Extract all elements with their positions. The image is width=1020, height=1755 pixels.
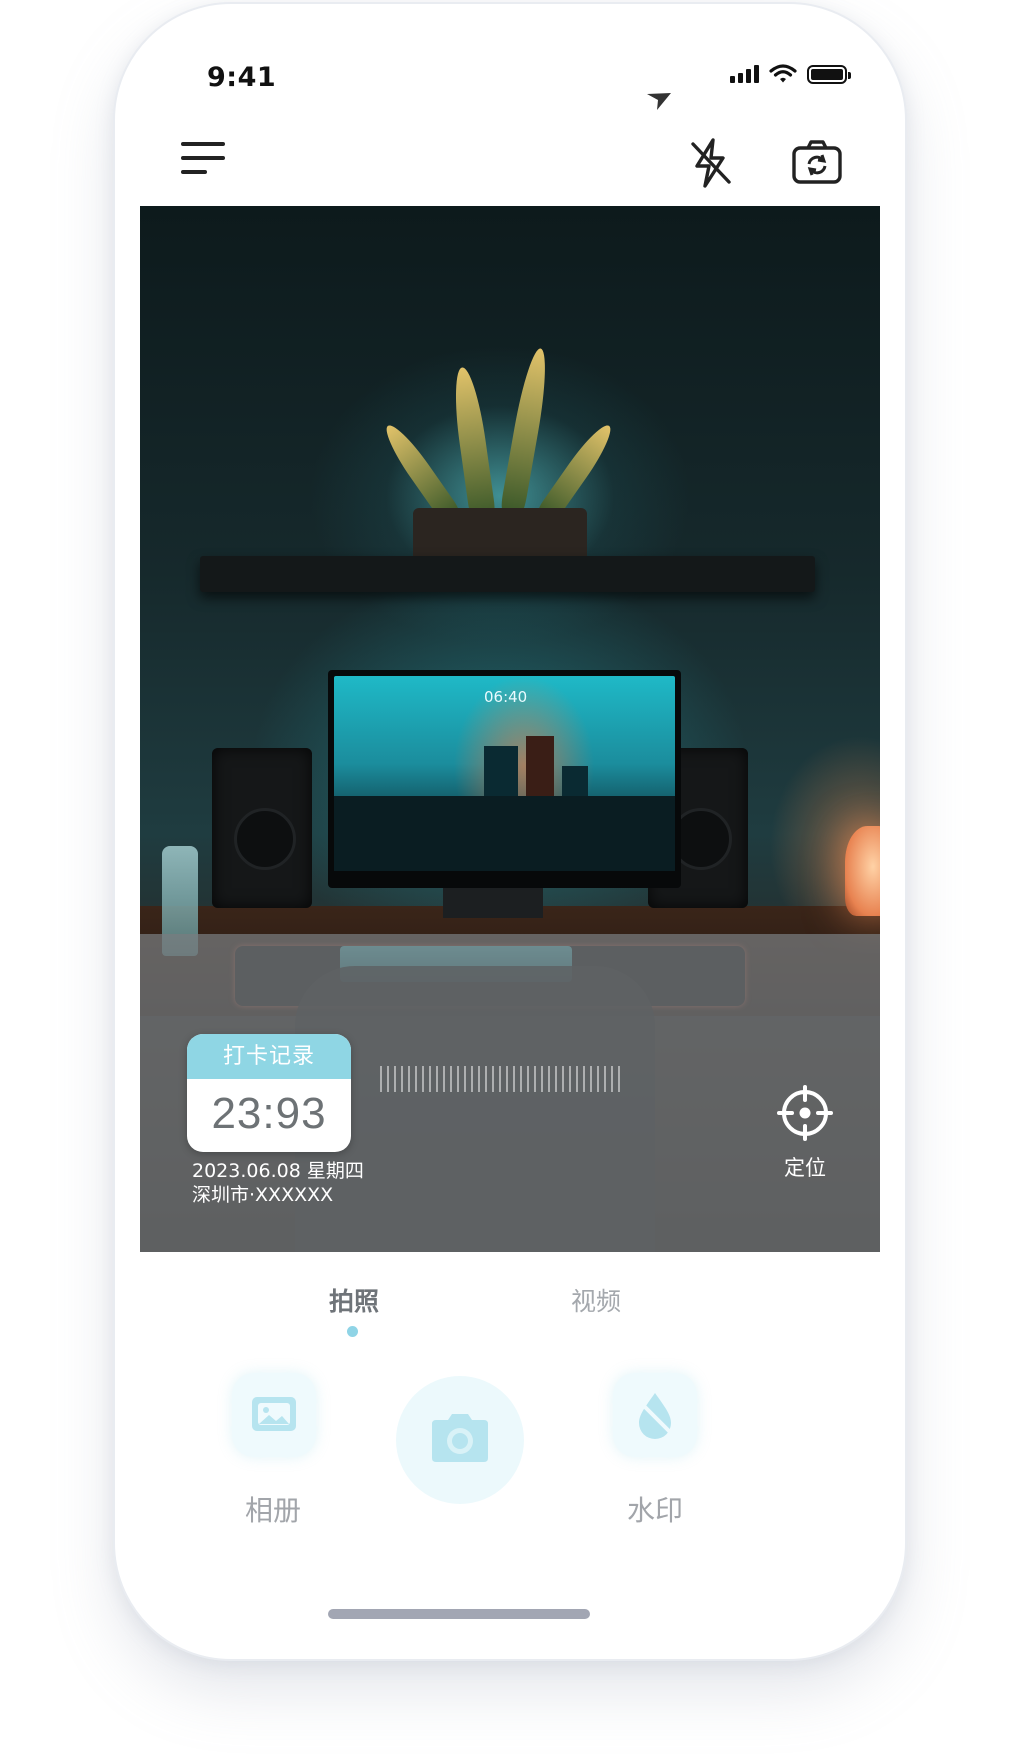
capture-location: 深圳市·XXXXXX (192, 1184, 334, 1206)
watermark-icon (637, 1393, 675, 1439)
punch-time: 23:93 (211, 1089, 327, 1138)
monitor-clock: 06:40 (484, 688, 528, 706)
flash-off-icon[interactable] (685, 136, 735, 190)
locate-button[interactable]: 定位 (775, 1084, 835, 1188)
shutter-button[interactable] (396, 1376, 524, 1504)
plant-leaf (378, 419, 461, 523)
punch-record-title: 打卡记录 (187, 1034, 351, 1079)
crosshair-icon (777, 1085, 833, 1141)
home-indicator (328, 1609, 590, 1619)
status-icons (730, 64, 851, 84)
locate-label: 定位 (784, 1156, 826, 1180)
tab-video[interactable]: 视频 (571, 1282, 621, 1318)
cellular-signal-icon (730, 65, 759, 83)
punch-record-card[interactable]: 打卡记录 23:93 (187, 1034, 351, 1152)
plant-leaf (449, 365, 496, 518)
camera-icon (432, 1414, 488, 1462)
status-time: 9:41 (207, 62, 277, 93)
capture-date: 2023.06.08 星期四 (192, 1160, 364, 1182)
planter (413, 508, 587, 562)
monitor: 06:40 (328, 670, 681, 888)
plant-leaf (500, 346, 553, 514)
wall-shelf (200, 556, 815, 592)
battery-icon (807, 64, 851, 84)
wifi-icon (769, 64, 797, 83)
chair-mesh (380, 1066, 620, 1092)
monitor-screen: 06:40 (334, 676, 675, 871)
active-tab-indicator (347, 1326, 358, 1337)
watermark-button[interactable] (613, 1373, 697, 1457)
left-speaker (212, 748, 312, 908)
monitor-stand (443, 888, 543, 918)
camera-viewfinder[interactable]: 06:40 打卡记录 23:93 2023.06.08 星期四 深圳市·XXXX… (140, 206, 880, 1252)
camera-flip-icon[interactable] (791, 138, 843, 186)
album-label: 相册 (245, 1494, 302, 1527)
album-button[interactable] (232, 1373, 316, 1457)
plant-leaf (536, 419, 619, 523)
tab-photo[interactable]: 拍照 (329, 1282, 379, 1318)
menu-button[interactable] (181, 142, 231, 182)
watermark-label: 水印 (627, 1494, 684, 1527)
phone-frame: 9:41 06:40 打卡记录 23:93 2023.06.08 星期四 深圳市… (113, 2, 907, 1661)
location-arrow-icon (647, 93, 671, 110)
salt-lamp (845, 826, 880, 916)
gallery-icon (252, 1397, 296, 1431)
city-tower (334, 796, 675, 871)
